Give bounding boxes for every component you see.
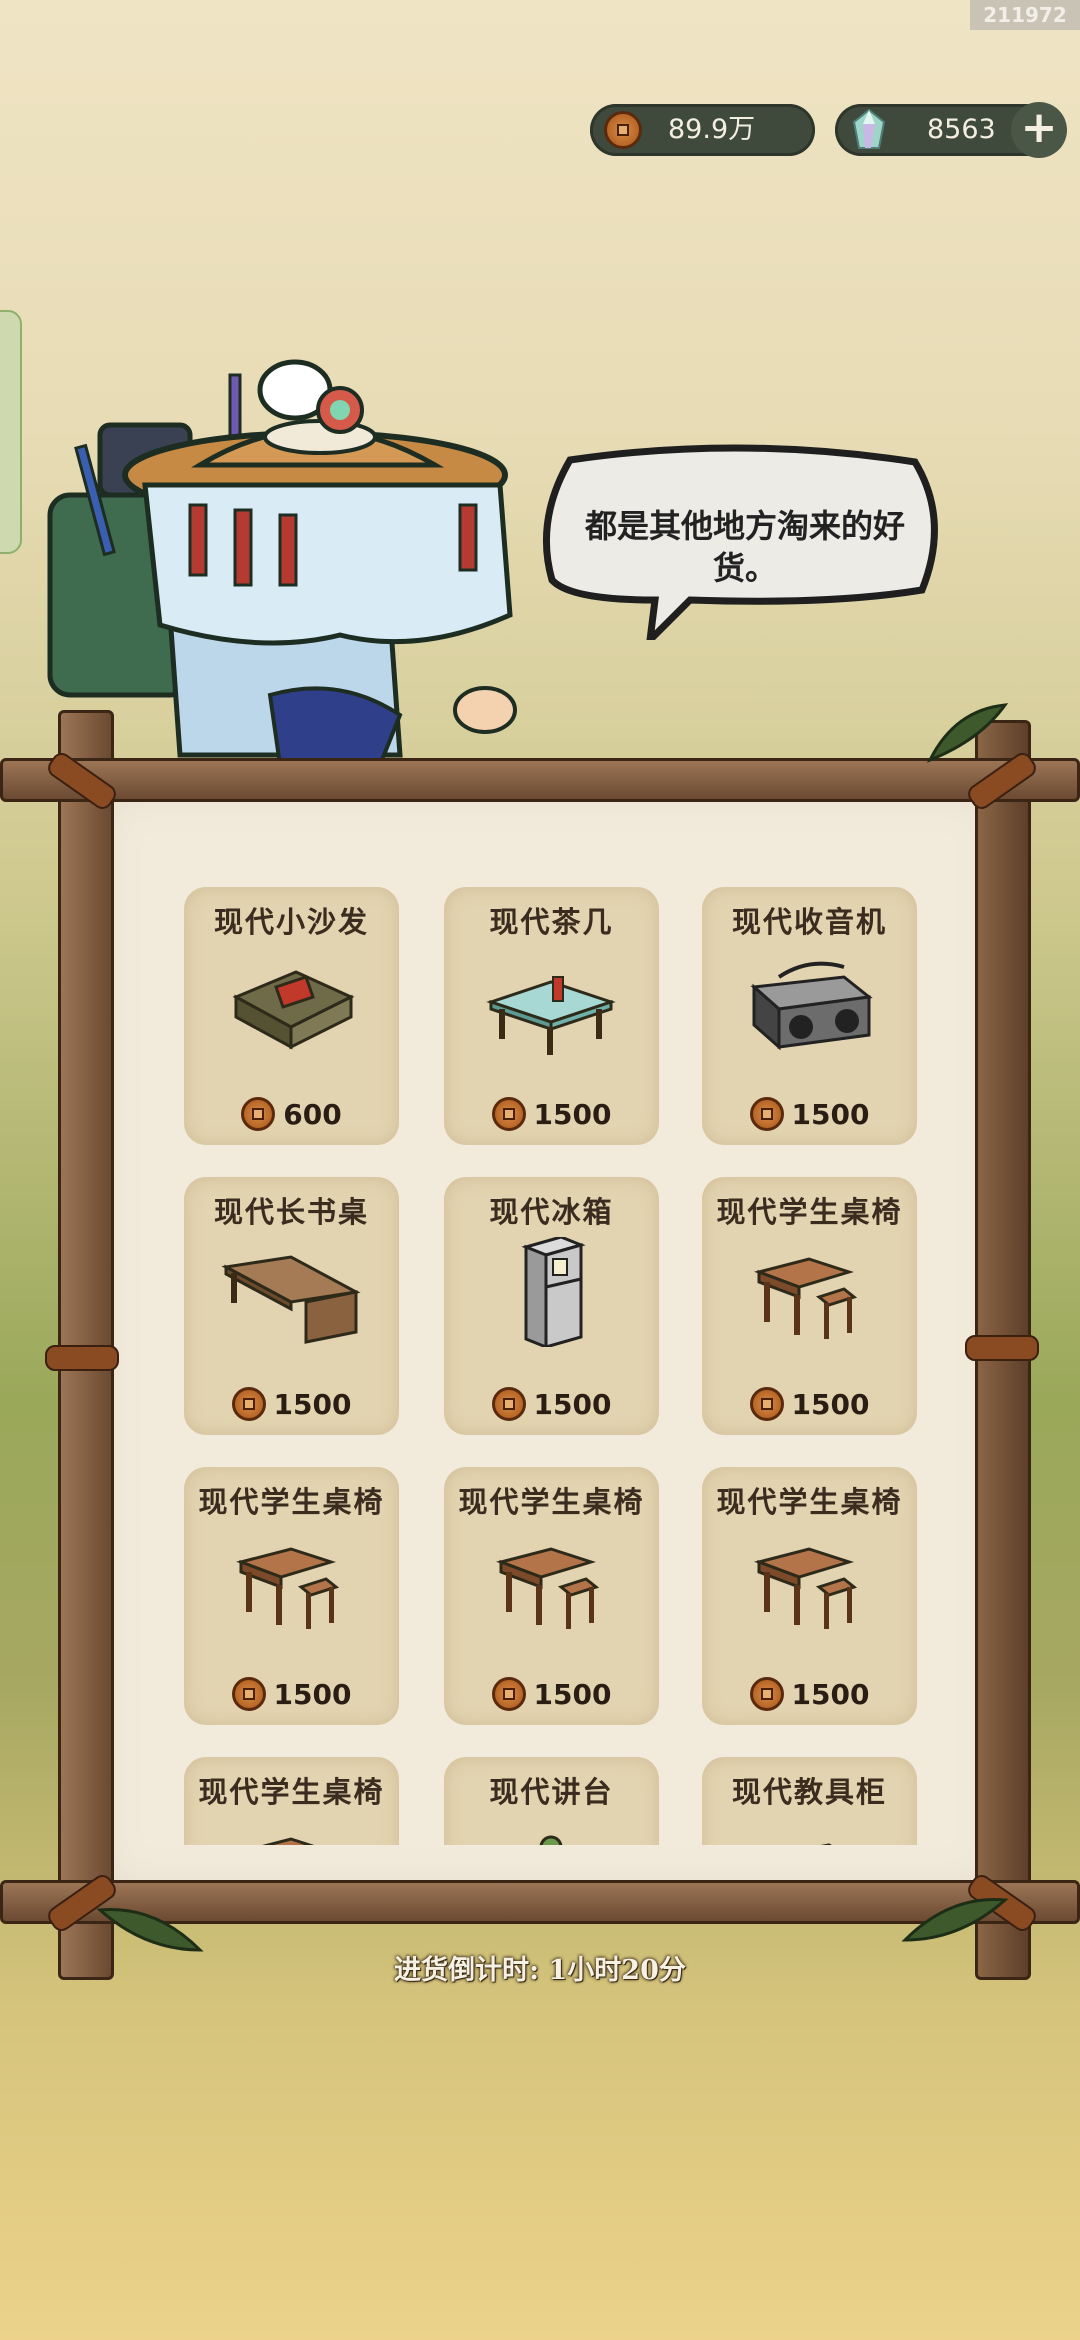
gem-balance[interactable]: 8563 + bbox=[835, 102, 1067, 158]
copper-coin-icon bbox=[749, 1677, 784, 1711]
merchant-character bbox=[47, 359, 517, 767]
item-name: 现代冰箱 bbox=[489, 1195, 614, 1229]
fridge-icon bbox=[521, 1237, 586, 1347]
copper-coin-icon bbox=[231, 1387, 266, 1421]
item-price: 600 bbox=[184, 1097, 399, 1133]
side-drawer-tab[interactable] bbox=[0, 310, 22, 554]
item-name: 现代小沙发 bbox=[213, 905, 369, 939]
student-desk-icon bbox=[496, 1547, 600, 1629]
item-price: 1500 bbox=[444, 1677, 659, 1713]
copper-coin-icon bbox=[604, 111, 642, 149]
item-name: 现代教具柜 bbox=[731, 1775, 887, 1809]
item-price: 1500 bbox=[184, 1677, 399, 1713]
podium-icon bbox=[539, 1835, 563, 1845]
shop-item[interactable]: 现代学生桌椅 1500 bbox=[184, 1467, 399, 1725]
radio-icon bbox=[750, 961, 873, 1051]
item-name: 现代长书桌 bbox=[213, 1195, 369, 1229]
shop-item[interactable]: 现代冰箱 1500 bbox=[444, 1177, 659, 1435]
student-desk-icon bbox=[261, 1837, 315, 1845]
tea-table-icon bbox=[486, 976, 616, 1055]
item-price: 1500 bbox=[444, 1097, 659, 1133]
gem-amount: 8563 bbox=[927, 114, 996, 145]
student-desk-icon bbox=[236, 1547, 340, 1629]
shop-item[interactable]: 现代茶几 1500 bbox=[444, 887, 659, 1145]
item-price: 1500 bbox=[702, 1677, 917, 1713]
copper-coin-icon bbox=[231, 1677, 266, 1711]
shop-item[interactable]: 现代学生桌椅 bbox=[184, 1757, 399, 1845]
item-name: 现代收音机 bbox=[731, 905, 887, 939]
copper-coin-icon bbox=[491, 1097, 526, 1131]
long-desk-icon bbox=[221, 1255, 361, 1344]
shop-item-grid[interactable]: 现代小沙发 600 现代茶几 1500 现代收音机 1500 现代长书桌 150… bbox=[182, 885, 918, 1845]
shop-item[interactable]: 现代长书桌 1500 bbox=[184, 1177, 399, 1435]
item-name: 现代学生桌椅 bbox=[716, 1485, 903, 1519]
rope-knot bbox=[965, 1335, 1039, 1361]
cabinet-icon bbox=[820, 1843, 832, 1845]
item-name: 现代讲台 bbox=[489, 1775, 614, 1809]
shop-item[interactable]: 现代收音机 1500 bbox=[702, 887, 917, 1145]
copper-coin-icon bbox=[749, 1097, 784, 1131]
bamboo-leaf-icon bbox=[926, 703, 1009, 763]
student-desk-icon bbox=[754, 1257, 858, 1339]
wooden-beam-top bbox=[0, 758, 1080, 802]
shop-item[interactable]: 现代讲台 bbox=[444, 1757, 659, 1845]
copper-coin-icon bbox=[749, 1387, 784, 1421]
item-name: 现代茶几 bbox=[489, 905, 614, 939]
coin-balance[interactable]: 89.9万 bbox=[590, 104, 815, 156]
student-desk-icon bbox=[754, 1547, 858, 1629]
item-name: 现代学生桌椅 bbox=[458, 1485, 645, 1519]
bamboo-leaf-icon bbox=[901, 1898, 1009, 1942]
item-price: 1500 bbox=[702, 1387, 917, 1423]
shop-item[interactable]: 现代教具柜 bbox=[702, 1757, 917, 1845]
item-price: 1500 bbox=[444, 1387, 659, 1423]
sofa-icon bbox=[232, 970, 355, 1050]
restock-countdown: 进货倒计时: 1小时20分 bbox=[394, 1955, 686, 1986]
copper-coin-icon bbox=[491, 1387, 526, 1421]
jade-gem-icon bbox=[852, 108, 886, 149]
add-gems-button[interactable]: + bbox=[1011, 102, 1067, 158]
item-name: 现代学生桌椅 bbox=[716, 1195, 903, 1229]
item-name: 现代学生桌椅 bbox=[198, 1775, 385, 1809]
item-name: 现代学生桌椅 bbox=[198, 1485, 385, 1519]
item-price: 1500 bbox=[702, 1097, 917, 1133]
merchant-speech: 都是其他地方淘来的好货。 bbox=[584, 507, 905, 587]
shop-item[interactable]: 现代学生桌椅 1500 bbox=[702, 1467, 917, 1725]
shop-item[interactable]: 现代小沙发 600 bbox=[184, 887, 399, 1145]
shop-item[interactable]: 现代学生桌椅 1500 bbox=[702, 1177, 917, 1435]
item-price: 1500 bbox=[184, 1387, 399, 1423]
shop-item[interactable]: 现代学生桌椅 1500 bbox=[444, 1467, 659, 1725]
copper-coin-icon bbox=[241, 1097, 276, 1131]
watermark-id: 211972 bbox=[970, 0, 1080, 30]
copper-coin-icon bbox=[491, 1677, 526, 1711]
rope-knot bbox=[45, 1345, 119, 1371]
coin-amount: 89.9万 bbox=[668, 114, 756, 145]
